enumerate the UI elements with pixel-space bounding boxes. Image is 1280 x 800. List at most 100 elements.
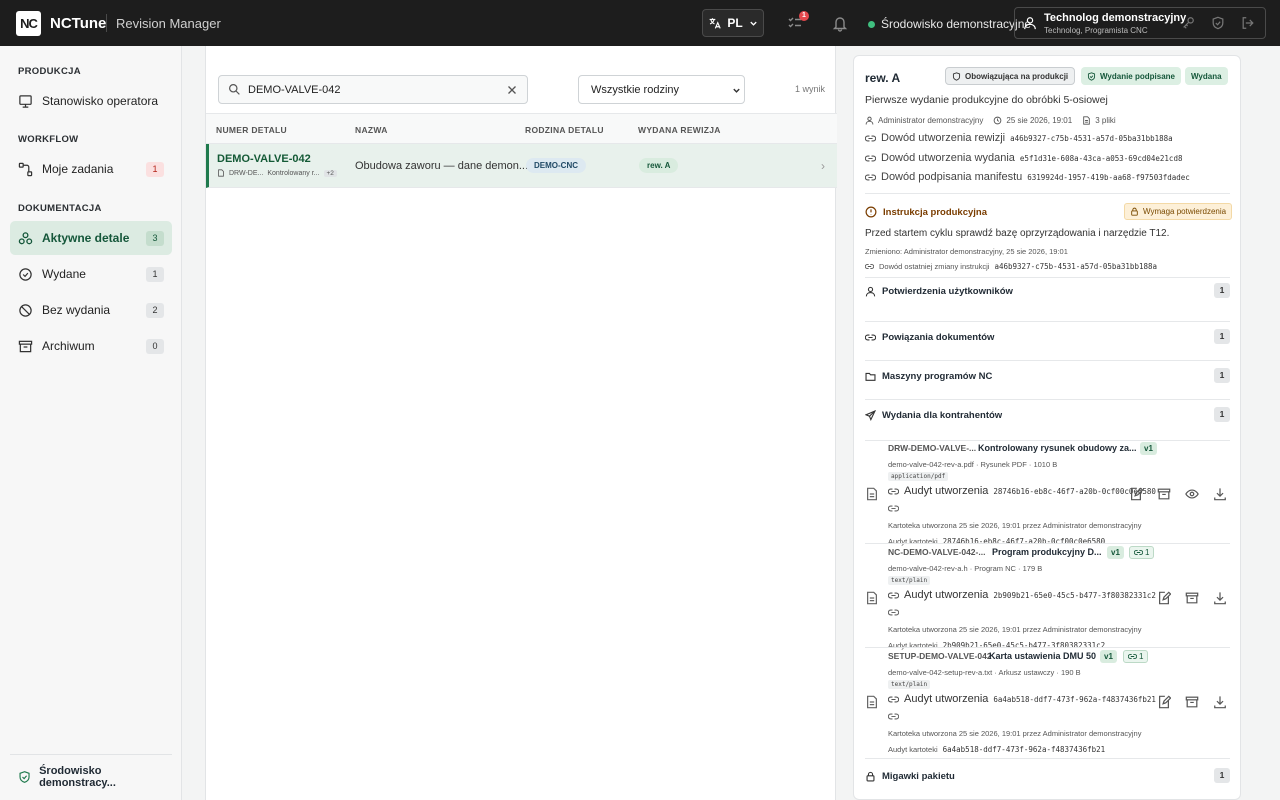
user-icon: [865, 286, 876, 296]
user-menu[interactable]: Technolog demonstracyjny Technolog, Prog…: [1014, 7, 1266, 39]
badge-label: Wymaga potwierdzenia: [1143, 207, 1227, 216]
link-icon[interactable]: [888, 503, 899, 514]
sidebar-item-my-tasks[interactable]: Moje zadania 1: [10, 152, 172, 186]
edit-icon[interactable]: [1157, 591, 1171, 605]
section-contractor-releases[interactable]: Wydania dla kontrahentów 1: [865, 405, 1230, 425]
lock-icon: [866, 771, 875, 782]
links-count: 1: [1139, 652, 1144, 661]
proof-hash: a46b9327-c75b-4531-a57d-05ba31bb188a: [994, 262, 1158, 271]
mime-type: text/plain: [888, 680, 931, 689]
document-created-info: Kartoteka utworzona 25 sie 2026, 19:01 p…: [888, 729, 1142, 738]
no-release-icon: [19, 303, 32, 317]
record-audit[interactable]: Audyt kartoteki 2b909b21-65e0-45c5-b477-…: [888, 641, 1105, 650]
sidebar-item-label: Stanowisko operatora: [42, 94, 159, 108]
document-icon: [218, 169, 224, 177]
search-input[interactable]: DEMO-VALVE-042: [218, 75, 528, 104]
sidebar-item-archive[interactable]: Archiwum 0: [10, 329, 172, 363]
count-badge: 0: [146, 339, 164, 354]
clear-icon[interactable]: [507, 85, 517, 95]
sidebar-item-label: Wydane: [42, 267, 86, 281]
family-filter-select[interactable]: Wszystkie rodziny: [578, 75, 745, 104]
language-select[interactable]: PL: [702, 9, 764, 37]
divider: [865, 277, 1230, 278]
proof-hash: 6319924d-1957-419b-aa68-f97503fdadec: [1027, 172, 1190, 182]
record-audit[interactable]: Audyt kartoteki 28746b16-eb8c-46f7-a20b-…: [888, 537, 1105, 546]
proof-release-created[interactable]: Dowód utworzenia wydania e5f1d31e-608a-4…: [865, 152, 1182, 164]
language-label: PL: [727, 16, 743, 30]
section-package-snapshots[interactable]: Migawki pakietu 1: [865, 766, 1230, 786]
document-icon: [867, 591, 877, 605]
mime-type: text/plain: [888, 576, 931, 585]
sidebar-item-released[interactable]: Wydane 1: [10, 257, 172, 291]
links-count: 1: [1145, 548, 1150, 557]
archive-icon[interactable]: [1157, 487, 1171, 501]
download-icon[interactable]: [1213, 591, 1227, 605]
document-created-info: Kartoteka utworzona 25 sie 2026, 19:01 p…: [888, 625, 1142, 634]
download-icon[interactable]: [1213, 695, 1227, 709]
link-icon[interactable]: [888, 607, 899, 618]
version-chip: v1: [1140, 442, 1157, 455]
bell-icon[interactable]: [831, 14, 849, 32]
section-nc-machines[interactable]: Maszyny programów NC 1: [865, 366, 1230, 386]
shield-icon[interactable]: [1211, 16, 1225, 30]
sidebar-item-operator-station[interactable]: Stanowisko operatora: [10, 84, 172, 118]
links-chip[interactable]: 1: [1129, 546, 1155, 559]
document-title: Karta ustawienia DMU 50: [989, 651, 1097, 661]
audit-link[interactable]: Audyt utworzenia 28746b16-eb8c-46f7-a20b…: [888, 485, 1156, 497]
instruction-changed: Zmieniono: Administrator demonstracyjny,…: [865, 247, 1068, 256]
badge-label: Wydana: [1191, 71, 1222, 81]
logout-icon[interactable]: [1241, 16, 1255, 30]
meta-user: Administrator demonstracyjny: [878, 116, 984, 125]
link-icon: [865, 174, 876, 180]
proof-manifest-signed[interactable]: Dowód podpisania manifestu 6319924d-1957…: [865, 171, 1190, 183]
link-icon: [865, 135, 876, 141]
sidebar-item-active-parts[interactable]: Aktywne detale 3: [10, 221, 172, 255]
record-audit[interactable]: Audyt kartoteki 6a4ab518-ddf7-473f-962a-…: [888, 745, 1105, 754]
proof-revision-created[interactable]: Dowód utworzenia rewizji a46b9327-c75b-4…: [865, 132, 1173, 144]
edit-icon[interactable]: [1157, 695, 1171, 709]
audit-label: Audyt kartoteki: [888, 641, 938, 650]
column-header[interactable]: NAZWA: [355, 125, 388, 135]
document-code: NC-DEMO-VALVE-042-...: [888, 547, 986, 557]
table-row[interactable]: DEMO-VALVE-042 DRW-DE... Kontrolowany r.…: [206, 144, 837, 188]
audit-hash: 2b909b21-65e0-45c5-b477-3f80382331c2: [993, 590, 1156, 600]
app-logo[interactable]: NC: [16, 11, 41, 36]
instruction-proof[interactable]: Dowód ostatniej zmiany instrukcji a46b93…: [865, 262, 1157, 271]
column-header[interactable]: RODZINA DETALU: [525, 125, 604, 135]
section-label: Maszyny programów NC: [882, 370, 993, 382]
instruction-title-label: Instrukcja produkcyjna: [883, 206, 988, 218]
more-documents-badge: +2: [323, 169, 337, 177]
eye-icon[interactable]: [1185, 487, 1199, 501]
count-badge: 1: [1214, 768, 1230, 783]
app-subtitle: Revision Manager: [116, 16, 221, 31]
edit-icon[interactable]: [1129, 487, 1143, 501]
archive-icon[interactable]: [1185, 695, 1199, 709]
link-icon: [888, 696, 899, 702]
environment-switcher-label: Środowisko demonstracy...: [39, 765, 116, 789]
key-icon[interactable]: [1181, 16, 1195, 30]
audit-link[interactable]: Audyt utworzenia 6a4ab518-ddf7-473f-962a…: [888, 693, 1156, 705]
links-chip[interactable]: 1: [1123, 650, 1149, 663]
meta-date: 25 sie 2026, 19:01: [1006, 116, 1073, 125]
column-header[interactable]: NUMER DETALU: [216, 125, 287, 135]
audit-link[interactable]: Audyt utworzenia 2b909b21-65e0-45c5-b477…: [888, 589, 1156, 601]
archive-icon[interactable]: [1185, 591, 1199, 605]
document-created-info: Kartoteka utworzona 25 sie 2026, 19:01 p…: [888, 521, 1142, 530]
instruction-title: Instrukcja produkcyjna: [865, 206, 987, 218]
section-label: Wydania dla kontrahentów: [882, 409, 1003, 421]
user-icon: [1024, 17, 1036, 30]
section-user-confirmations[interactable]: Potwierdzenia użytkowników 1: [865, 281, 1230, 301]
section-document-links[interactable]: Powiązania dokumentów 1: [865, 327, 1230, 347]
column-header[interactable]: WYDANA REWIZJA: [638, 125, 721, 135]
link-icon[interactable]: [888, 711, 899, 722]
search-value: DEMO-VALVE-042: [248, 84, 341, 96]
confirmation-required-badge: Wymaga potwierdzenia: [1124, 203, 1233, 220]
sidebar-item-unreleased[interactable]: Bez wydania 2: [10, 293, 172, 327]
user-name: Technolog demonstracyjny: [1044, 12, 1187, 24]
environment-indicator: Środowisko demonstracyjne: [868, 17, 1031, 31]
part-documents-summary: DRW-DE... Kontrolowany r... +2: [217, 169, 337, 177]
document-file-info: demo-valve-042-rev-a.pdf · Rysunek PDF ·…: [888, 460, 1058, 469]
environment-switcher[interactable]: Środowisko demonstracy...: [10, 754, 172, 789]
download-icon[interactable]: [1213, 487, 1227, 501]
divider: [865, 193, 1230, 194]
